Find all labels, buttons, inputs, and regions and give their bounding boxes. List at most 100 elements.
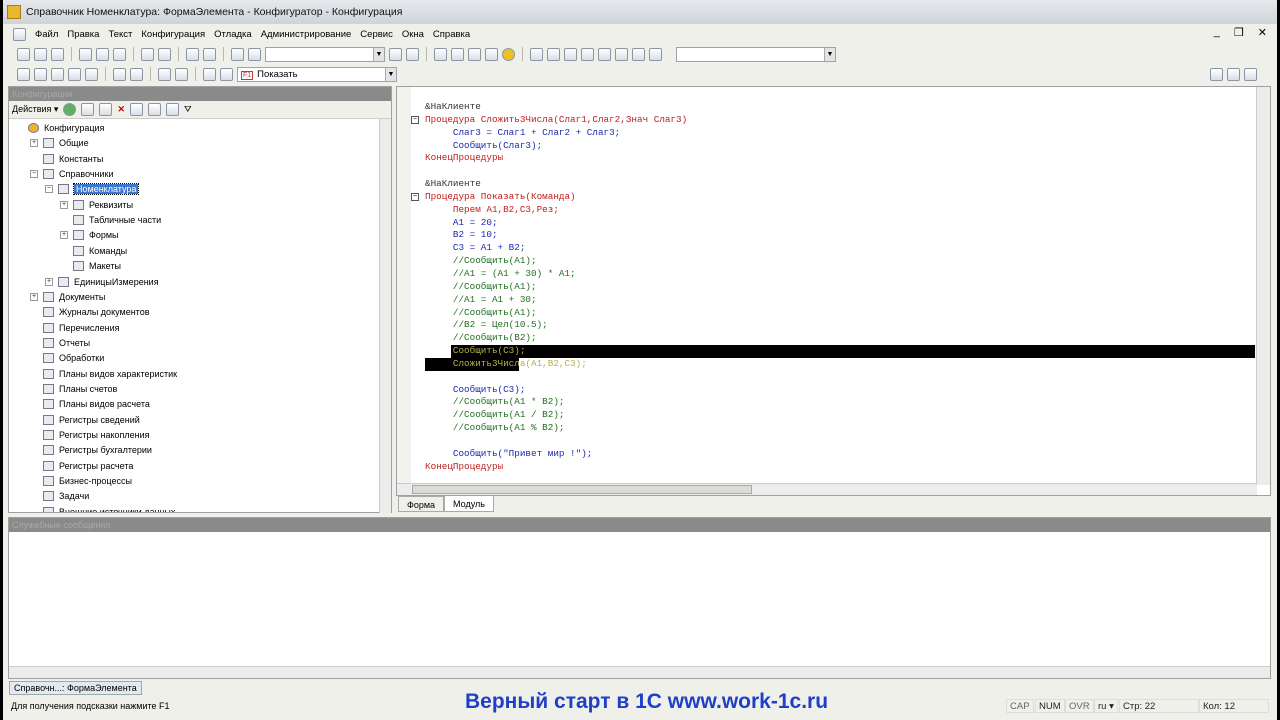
code-line[interactable]: //Сообщить(А1 / В2); <box>397 409 1255 422</box>
debug-eval-icon[interactable] <box>632 47 645 61</box>
find-next-icon[interactable] <box>406 47 419 61</box>
close-icon[interactable]: ✕ <box>1258 26 1267 39</box>
fold-icon[interactable]: − <box>411 192 419 201</box>
debug-window-icon[interactable] <box>615 47 628 61</box>
wizard-icon[interactable] <box>451 47 464 61</box>
code-line[interactable]: КонецПроцедуры <box>397 152 1255 165</box>
table-icon[interactable] <box>68 67 81 81</box>
preview-icon[interactable] <box>158 47 171 61</box>
info-icon[interactable] <box>502 47 515 61</box>
format-icon[interactable] <box>203 67 216 81</box>
code-line[interactable]: //Сообщить(А1); <box>397 307 1255 320</box>
add-icon[interactable] <box>63 103 77 116</box>
debug-step-out-icon[interactable] <box>564 47 577 61</box>
tree-item[interactable]: Обработки <box>30 351 104 365</box>
window-icon[interactable] <box>434 47 447 61</box>
code-line[interactable] <box>397 371 1255 384</box>
tree-item[interactable]: Журналы документов <box>30 305 149 319</box>
breakpoint-icon[interactable] <box>581 47 594 61</box>
code-lines[interactable]: &НаКлиенте Процедура Сложить3Числа(Слаг1,… <box>397 101 1255 473</box>
code-line[interactable]: //Сообщить(А1); <box>397 281 1255 294</box>
find-icon[interactable] <box>231 47 244 61</box>
code-line[interactable] <box>397 165 1255 178</box>
tree-item[interactable]: Табличные части <box>60 213 161 227</box>
fold-icon[interactable]: − <box>411 115 419 124</box>
move-up-icon[interactable] <box>130 103 143 116</box>
db-icon[interactable] <box>51 67 64 81</box>
menu-item[interactable]: Сервис <box>360 29 393 40</box>
open-icon[interactable] <box>34 47 47 61</box>
copy-icon[interactable] <box>96 47 109 61</box>
code-line[interactable]: //А1 = А1 + 30; <box>397 294 1255 307</box>
menu-item[interactable]: Отладка <box>214 29 252 40</box>
move-down-icon[interactable] <box>148 103 161 116</box>
expand-icon[interactable]: + <box>60 231 68 240</box>
template-icon[interactable] <box>113 67 126 81</box>
expand-icon[interactable]: + <box>30 139 38 148</box>
tree-item[interactable]: Константы <box>30 152 103 166</box>
code-line[interactable]: Сложить3Числа(А1,В2,С3); <box>397 357 1255 371</box>
window-tab[interactable]: Справочн...: ФормаЭлемента <box>9 681 142 695</box>
procedures-icon[interactable] <box>220 67 233 81</box>
tree-item[interactable]: Регистры накопления <box>30 428 150 442</box>
tree-item[interactable]: + Документы <box>30 290 105 304</box>
code-line[interactable]: С3 = А1 + В2; <box>397 242 1255 255</box>
language-selector[interactable]: ru ▾ <box>1094 699 1118 713</box>
tree-item[interactable]: Команды <box>60 244 127 258</box>
menu-item[interactable]: Текст <box>108 29 132 40</box>
module-tool-icon[interactable] <box>17 67 30 81</box>
editor-hscrollbar[interactable] <box>397 483 1257 495</box>
paste-icon[interactable] <box>113 47 126 61</box>
code-line[interactable]: Слаг3 = Слаг1 + Слаг2 + Слаг3; <box>397 127 1255 140</box>
expand-icon[interactable]: − <box>30 170 38 179</box>
tree-item[interactable]: + Общие <box>30 136 89 150</box>
code-line[interactable]: Сообщить(Слаг3); <box>397 140 1255 153</box>
actions-menu[interactable]: Действия ▾ <box>12 104 58 115</box>
debug-run-icon[interactable] <box>598 47 611 61</box>
tree-item[interactable]: − Номенклатура <box>45 182 140 196</box>
expand-icon[interactable]: + <box>30 292 38 301</box>
syntax-icon[interactable] <box>468 47 481 61</box>
tree-item[interactable]: Отчеты <box>30 336 90 350</box>
form-tool-icon[interactable] <box>34 67 47 81</box>
tree-item[interactable]: Задачи <box>30 489 89 503</box>
code-line[interactable]: В2 = 10; <box>397 229 1255 242</box>
tree-item[interactable]: Бизнес-процессы <box>30 474 132 488</box>
menu-item[interactable]: Администрирование <box>261 29 352 40</box>
toolbar-combo[interactable]: ▼ <box>676 46 836 62</box>
tree-item[interactable]: + Реквизиты <box>60 198 133 212</box>
restore-icon[interactable]: ❐ <box>1234 26 1244 39</box>
cut-icon[interactable] <box>79 47 92 61</box>
code-line[interactable]: &НаКлиенте <box>397 101 1255 114</box>
tree-item[interactable]: Регистры сведений <box>30 413 140 427</box>
uncomment-icon[interactable] <box>175 67 188 81</box>
code-line[interactable]: //Сообщить(А1 * В2); <box>397 396 1255 409</box>
sort-icon[interactable] <box>166 103 179 116</box>
tree-item[interactable]: Планы видов характеристик <box>30 367 177 381</box>
code-line[interactable]: Сообщить(С3); <box>397 345 1255 358</box>
find-prev-icon[interactable] <box>389 47 402 61</box>
code-line[interactable]: Сообщить(С3); <box>397 384 1255 397</box>
module-icon[interactable] <box>485 47 498 61</box>
minimize-icon[interactable]: _ <box>1214 26 1220 39</box>
editor-vscrollbar[interactable] <box>1256 87 1270 485</box>
menu-icon[interactable] <box>13 27 26 41</box>
tree-item[interactable]: Регистры расчета <box>30 459 133 473</box>
tree-scrollbar[interactable] <box>379 119 391 513</box>
code-line[interactable]: &НаКлиенте <box>397 178 1255 191</box>
insert-icon[interactable] <box>85 67 98 81</box>
edit-icon[interactable] <box>81 103 95 116</box>
tree-item[interactable]: − Справочники <box>30 167 114 181</box>
code-line[interactable] <box>397 435 1255 448</box>
expand-icon[interactable]: + <box>60 200 68 209</box>
procedure-combo[interactable]: F1 Показать ▼ <box>237 66 397 82</box>
form-config-icon[interactable] <box>1244 67 1257 81</box>
code-line[interactable]: КонецПроцедуры <box>397 461 1255 474</box>
code-line[interactable]: А1 = 20; <box>397 217 1255 230</box>
code-line[interactable]: Процедура Сложить3Числа(Слаг1,Слаг2,Знач… <box>397 114 1255 127</box>
code-line[interactable]: Перем А1,В2,С3,Рез; <box>397 204 1255 217</box>
tree-item[interactable]: Конфигурация <box>15 121 104 135</box>
menu-item[interactable]: Окна <box>402 29 424 40</box>
redo-icon[interactable] <box>203 47 216 61</box>
menu-item[interactable]: Конфигурация <box>141 29 205 40</box>
